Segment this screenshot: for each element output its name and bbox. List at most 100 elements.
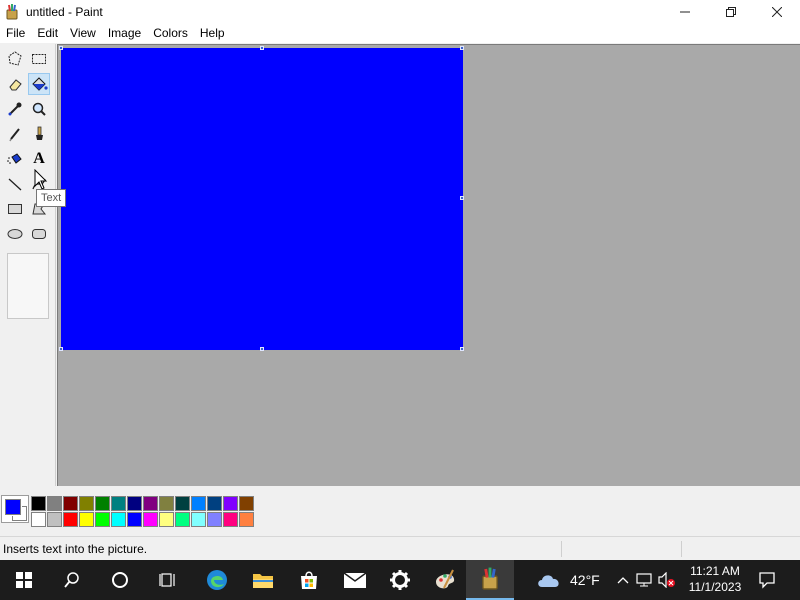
gear-icon bbox=[390, 570, 410, 590]
ellipse-tool[interactable] bbox=[4, 223, 26, 245]
palette-swatch[interactable] bbox=[111, 496, 126, 511]
palette-swatch[interactable] bbox=[239, 496, 254, 511]
menu-view[interactable]: View bbox=[64, 23, 102, 43]
resize-handle-top-left bbox=[59, 46, 63, 50]
close-button[interactable] bbox=[754, 0, 800, 24]
free-select-icon bbox=[8, 51, 22, 66]
palette-swatch[interactable] bbox=[191, 512, 206, 527]
rounded-rectangle-tool[interactable] bbox=[28, 223, 50, 245]
select-tool[interactable] bbox=[28, 48, 50, 70]
palette-swatch[interactable] bbox=[223, 512, 238, 527]
line-tool[interactable] bbox=[4, 173, 26, 195]
palette-swatch[interactable] bbox=[127, 496, 142, 511]
palette-swatch[interactable] bbox=[63, 512, 78, 527]
weather-temperature: 42°F bbox=[570, 572, 600, 588]
palette-swatch[interactable] bbox=[191, 496, 206, 511]
rectangle-tool[interactable] bbox=[4, 198, 26, 220]
title-bar: untitled - Paint bbox=[0, 0, 800, 24]
store-button[interactable] bbox=[285, 560, 333, 600]
resize-handle-corner[interactable] bbox=[460, 347, 464, 351]
drawing-canvas[interactable] bbox=[61, 48, 463, 350]
network-button[interactable] bbox=[634, 573, 656, 587]
palette-swatch[interactable] bbox=[175, 496, 190, 511]
tool-options-box[interactable] bbox=[7, 253, 49, 319]
menu-help[interactable]: Help bbox=[194, 23, 231, 43]
palette-swatch[interactable] bbox=[79, 496, 94, 511]
magnifier-tool[interactable] bbox=[28, 98, 50, 120]
palette-swatch[interactable] bbox=[31, 512, 46, 527]
resize-handle-bottom-left bbox=[59, 347, 63, 351]
pencil-tool[interactable] bbox=[4, 123, 26, 145]
paint-palette-icon bbox=[436, 569, 455, 589]
weather-widget[interactable]: 42°F bbox=[536, 560, 600, 600]
start-button[interactable] bbox=[0, 560, 48, 600]
brush-tool[interactable] bbox=[28, 123, 50, 145]
palette-swatch[interactable] bbox=[143, 512, 158, 527]
paint-3d-button[interactable] bbox=[421, 560, 469, 600]
palette-swatch[interactable] bbox=[159, 512, 174, 527]
edge-button[interactable] bbox=[193, 560, 241, 600]
line-icon bbox=[8, 178, 22, 191]
resize-handle-bottom[interactable] bbox=[260, 347, 264, 351]
mouse-pointer-icon bbox=[34, 169, 48, 190]
free-form-select-tool[interactable] bbox=[4, 48, 26, 70]
palette-swatch[interactable] bbox=[63, 496, 78, 511]
palette-swatch[interactable] bbox=[223, 496, 238, 511]
palette-swatch[interactable] bbox=[47, 512, 62, 527]
status-pane-divider bbox=[561, 541, 562, 557]
palette-swatch[interactable] bbox=[207, 512, 222, 527]
resize-handle-right[interactable] bbox=[460, 196, 464, 200]
palette-swatch[interactable] bbox=[95, 512, 110, 527]
palette-swatch[interactable] bbox=[207, 496, 222, 511]
task-view-button[interactable] bbox=[144, 560, 192, 600]
airbrush-tool[interactable] bbox=[4, 148, 26, 170]
menu-edit[interactable]: Edit bbox=[31, 23, 64, 43]
color-box bbox=[0, 486, 800, 536]
menu-file[interactable]: File bbox=[0, 23, 31, 43]
palette-swatch[interactable] bbox=[31, 496, 46, 511]
palette-swatch[interactable] bbox=[95, 496, 110, 511]
minimize-button[interactable] bbox=[662, 0, 708, 24]
palette-swatch[interactable] bbox=[127, 512, 142, 527]
paint-taskbar-button[interactable] bbox=[466, 560, 514, 600]
settings-button[interactable] bbox=[376, 560, 424, 600]
menu-image[interactable]: Image bbox=[102, 23, 147, 43]
magnifier-icon bbox=[32, 102, 46, 116]
cloud-icon bbox=[538, 575, 559, 587]
cortana-button[interactable] bbox=[96, 560, 144, 600]
text-tool[interactable]: A bbox=[28, 148, 50, 170]
palette-swatch[interactable] bbox=[111, 512, 126, 527]
fill-with-color-tool[interactable] bbox=[28, 73, 50, 95]
canvas-workspace[interactable] bbox=[57, 44, 800, 486]
task-view-icon bbox=[159, 573, 175, 587]
file-explorer-button[interactable] bbox=[239, 560, 287, 600]
show-hidden-icons-button[interactable] bbox=[612, 576, 634, 584]
search-icon bbox=[64, 572, 79, 588]
tool-box: A bbox=[0, 44, 56, 486]
palette-swatch[interactable] bbox=[159, 496, 174, 511]
status-text: Inserts text into the picture. bbox=[3, 541, 148, 556]
clock[interactable]: 11:21 AM 11/1/2023 bbox=[680, 563, 750, 595]
cortana-circle-icon bbox=[112, 572, 128, 588]
eraser-tool[interactable] bbox=[4, 73, 26, 95]
text-icon: A bbox=[33, 150, 45, 167]
volume-button[interactable] bbox=[656, 572, 678, 588]
notification-icon bbox=[759, 572, 775, 589]
menu-colors[interactable]: Colors bbox=[147, 23, 194, 43]
maximize-button[interactable] bbox=[708, 0, 754, 24]
notifications-button[interactable] bbox=[743, 560, 791, 600]
paint-app-icon[interactable] bbox=[4, 4, 20, 20]
current-colors-indicator[interactable] bbox=[1, 495, 29, 523]
rect-select-icon bbox=[32, 54, 46, 64]
palette-swatch[interactable] bbox=[175, 512, 190, 527]
mail-button[interactable] bbox=[331, 560, 379, 600]
paint-app-icon bbox=[482, 567, 498, 590]
status-bar: Inserts text into the picture. bbox=[0, 536, 800, 560]
palette-swatch[interactable] bbox=[239, 512, 254, 527]
pick-color-tool[interactable] bbox=[4, 98, 26, 120]
foreground-color-swatch[interactable] bbox=[4, 498, 22, 516]
palette-swatch[interactable] bbox=[79, 512, 94, 527]
palette-swatch[interactable] bbox=[143, 496, 158, 511]
search-button[interactable] bbox=[48, 560, 96, 600]
palette-swatch[interactable] bbox=[47, 496, 62, 511]
